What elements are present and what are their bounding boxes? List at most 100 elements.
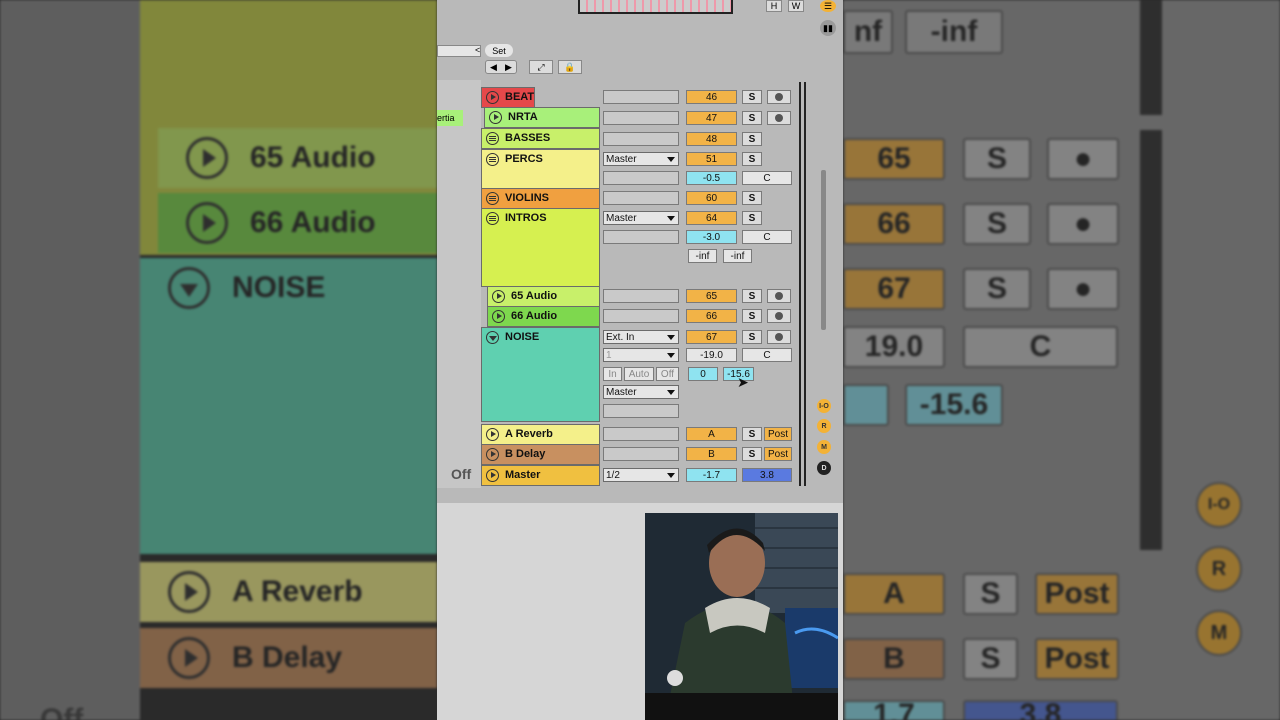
track-number[interactable]: 46 xyxy=(686,90,737,104)
intros-output-dropdown[interactable]: Master xyxy=(603,211,679,225)
volume-field[interactable]: -3.0 xyxy=(686,230,737,244)
pan-field[interactable]: C xyxy=(742,171,792,185)
post-button[interactable]: Post xyxy=(764,447,792,461)
percs-output-dropdown[interactable]: Master xyxy=(603,152,679,166)
arm-button[interactable] xyxy=(767,90,791,104)
track-b-delay[interactable]: B Delay xyxy=(481,444,600,465)
track-noise[interactable]: NOISE xyxy=(481,327,600,422)
group-icon[interactable] xyxy=(486,212,499,225)
set-button[interactable]: Set xyxy=(485,44,513,57)
volume-field[interactable]: -0.5 xyxy=(686,171,737,185)
track-number[interactable]: 48 xyxy=(686,132,737,146)
io-slot[interactable] xyxy=(603,132,679,146)
play-icon[interactable] xyxy=(486,91,499,104)
track-master[interactable]: Master xyxy=(481,465,600,486)
track-beat[interactable]: BEAT xyxy=(481,87,536,108)
expand-icon[interactable]: ⤢ xyxy=(529,60,553,74)
track-number[interactable]: 60 xyxy=(686,191,737,205)
io-slot[interactable] xyxy=(603,90,679,104)
solo-button[interactable]: S xyxy=(742,289,762,303)
solo-button[interactable]: S xyxy=(742,191,762,205)
send-a-field[interactable]: 0 xyxy=(688,367,718,381)
delay-toggle-icon[interactable]: D xyxy=(817,461,831,475)
w-button[interactable]: W xyxy=(788,0,804,12)
solo-button[interactable]: S xyxy=(742,152,762,166)
track-65-audio[interactable]: 65 Audio xyxy=(487,286,600,307)
io-slot[interactable] xyxy=(603,404,679,418)
monitor-off-button[interactable]: Off xyxy=(656,367,679,381)
fold-icon[interactable] xyxy=(486,331,499,344)
io-slot[interactable] xyxy=(603,289,679,303)
track-66-audio[interactable]: 66 Audio xyxy=(487,306,600,327)
pan-field[interactable]: C xyxy=(742,348,792,362)
return-letter[interactable]: A xyxy=(686,427,737,441)
return-letter[interactable]: B xyxy=(686,447,737,461)
monitor-auto-button[interactable]: Auto xyxy=(624,367,654,381)
play-icon[interactable] xyxy=(486,428,499,441)
returns-toggle-icon[interactable]: R xyxy=(817,419,831,433)
monitor-in-button[interactable]: In xyxy=(603,367,622,381)
solo-button[interactable]: S xyxy=(742,90,762,104)
io-slot[interactable] xyxy=(603,191,679,205)
track-a-reverb[interactable]: A Reverb xyxy=(481,424,600,445)
track-basses[interactable]: BASSES xyxy=(481,128,600,149)
pause-icon[interactable]: ▮▮ xyxy=(820,20,836,36)
io-slot[interactable] xyxy=(603,171,679,185)
group-icon[interactable] xyxy=(486,132,499,145)
noise-channel-dropdown[interactable]: 1 xyxy=(603,348,679,362)
track-intros[interactable]: INTROS xyxy=(481,208,600,287)
track-number[interactable]: 51 xyxy=(686,152,737,166)
play-icon[interactable] xyxy=(486,448,499,461)
track-number[interactable]: 67 xyxy=(686,330,737,344)
arm-button[interactable] xyxy=(767,111,791,125)
peak-field[interactable]: -inf xyxy=(688,249,717,263)
peak-field[interactable]: -inf xyxy=(723,249,752,263)
h-button[interactable]: H xyxy=(766,0,782,12)
arm-button[interactable] xyxy=(767,309,791,323)
solo-button[interactable]: S xyxy=(742,132,762,146)
group-icon[interactable] xyxy=(486,192,499,205)
track-number[interactable]: 64 xyxy=(686,211,737,225)
track-number[interactable]: 65 xyxy=(686,289,737,303)
volume-field[interactable]: -19.0 xyxy=(686,348,737,362)
track-violins[interactable]: VIOLINS xyxy=(481,188,600,209)
master-cue-dropdown[interactable]: 1/2 xyxy=(603,468,679,482)
noise-output-dropdown[interactable]: Master xyxy=(603,385,679,399)
lock-icon[interactable]: 🔒 xyxy=(558,60,582,74)
nav-arrows[interactable]: ◀ ▶ xyxy=(485,60,517,74)
chevron-left-icon[interactable]: < xyxy=(475,45,480,55)
noise-input-dropdown[interactable]: Ext. In xyxy=(603,330,679,344)
master-volume-field[interactable]: -1.7 xyxy=(686,468,737,482)
scrollbar[interactable] xyxy=(821,170,826,330)
arrow-left-icon[interactable]: ◀ xyxy=(490,62,497,73)
solo-button[interactable]: S xyxy=(742,447,762,461)
arm-button[interactable] xyxy=(767,289,791,303)
arrow-right-icon[interactable]: ▶ xyxy=(505,62,512,73)
io-slot[interactable] xyxy=(603,309,679,323)
io-slot[interactable] xyxy=(603,111,679,125)
play-icon[interactable] xyxy=(492,310,505,323)
track-percs[interactable]: PERCS xyxy=(481,149,600,189)
pan-field[interactable]: C xyxy=(742,230,792,244)
play-icon[interactable] xyxy=(492,290,505,303)
track-number[interactable]: 66 xyxy=(686,309,737,323)
cue-volume-field[interactable]: 3.8 xyxy=(742,468,792,482)
solo-button[interactable]: S xyxy=(742,111,762,125)
solo-button[interactable]: S xyxy=(742,211,762,225)
solo-button[interactable]: S xyxy=(742,427,762,441)
arm-button[interactable] xyxy=(767,330,791,344)
overview-strip[interactable] xyxy=(578,0,733,14)
solo-button[interactable]: S xyxy=(742,309,762,323)
solo-button[interactable]: S xyxy=(742,330,762,344)
post-button[interactable]: Post xyxy=(764,427,792,441)
mixer-toggle-icon[interactable]: M xyxy=(817,440,831,454)
group-icon[interactable] xyxy=(486,153,499,166)
io-slot[interactable] xyxy=(603,427,679,441)
io-toggle-icon[interactable]: I-O xyxy=(817,399,831,413)
track-number[interactable]: 47 xyxy=(686,111,737,125)
track-nrta[interactable]: NRTA xyxy=(484,107,600,128)
clip-inertia[interactable]: ertia xyxy=(437,110,463,126)
menu-icon[interactable]: ☰ xyxy=(820,0,836,12)
play-icon[interactable] xyxy=(486,469,499,482)
io-slot[interactable] xyxy=(603,447,679,461)
